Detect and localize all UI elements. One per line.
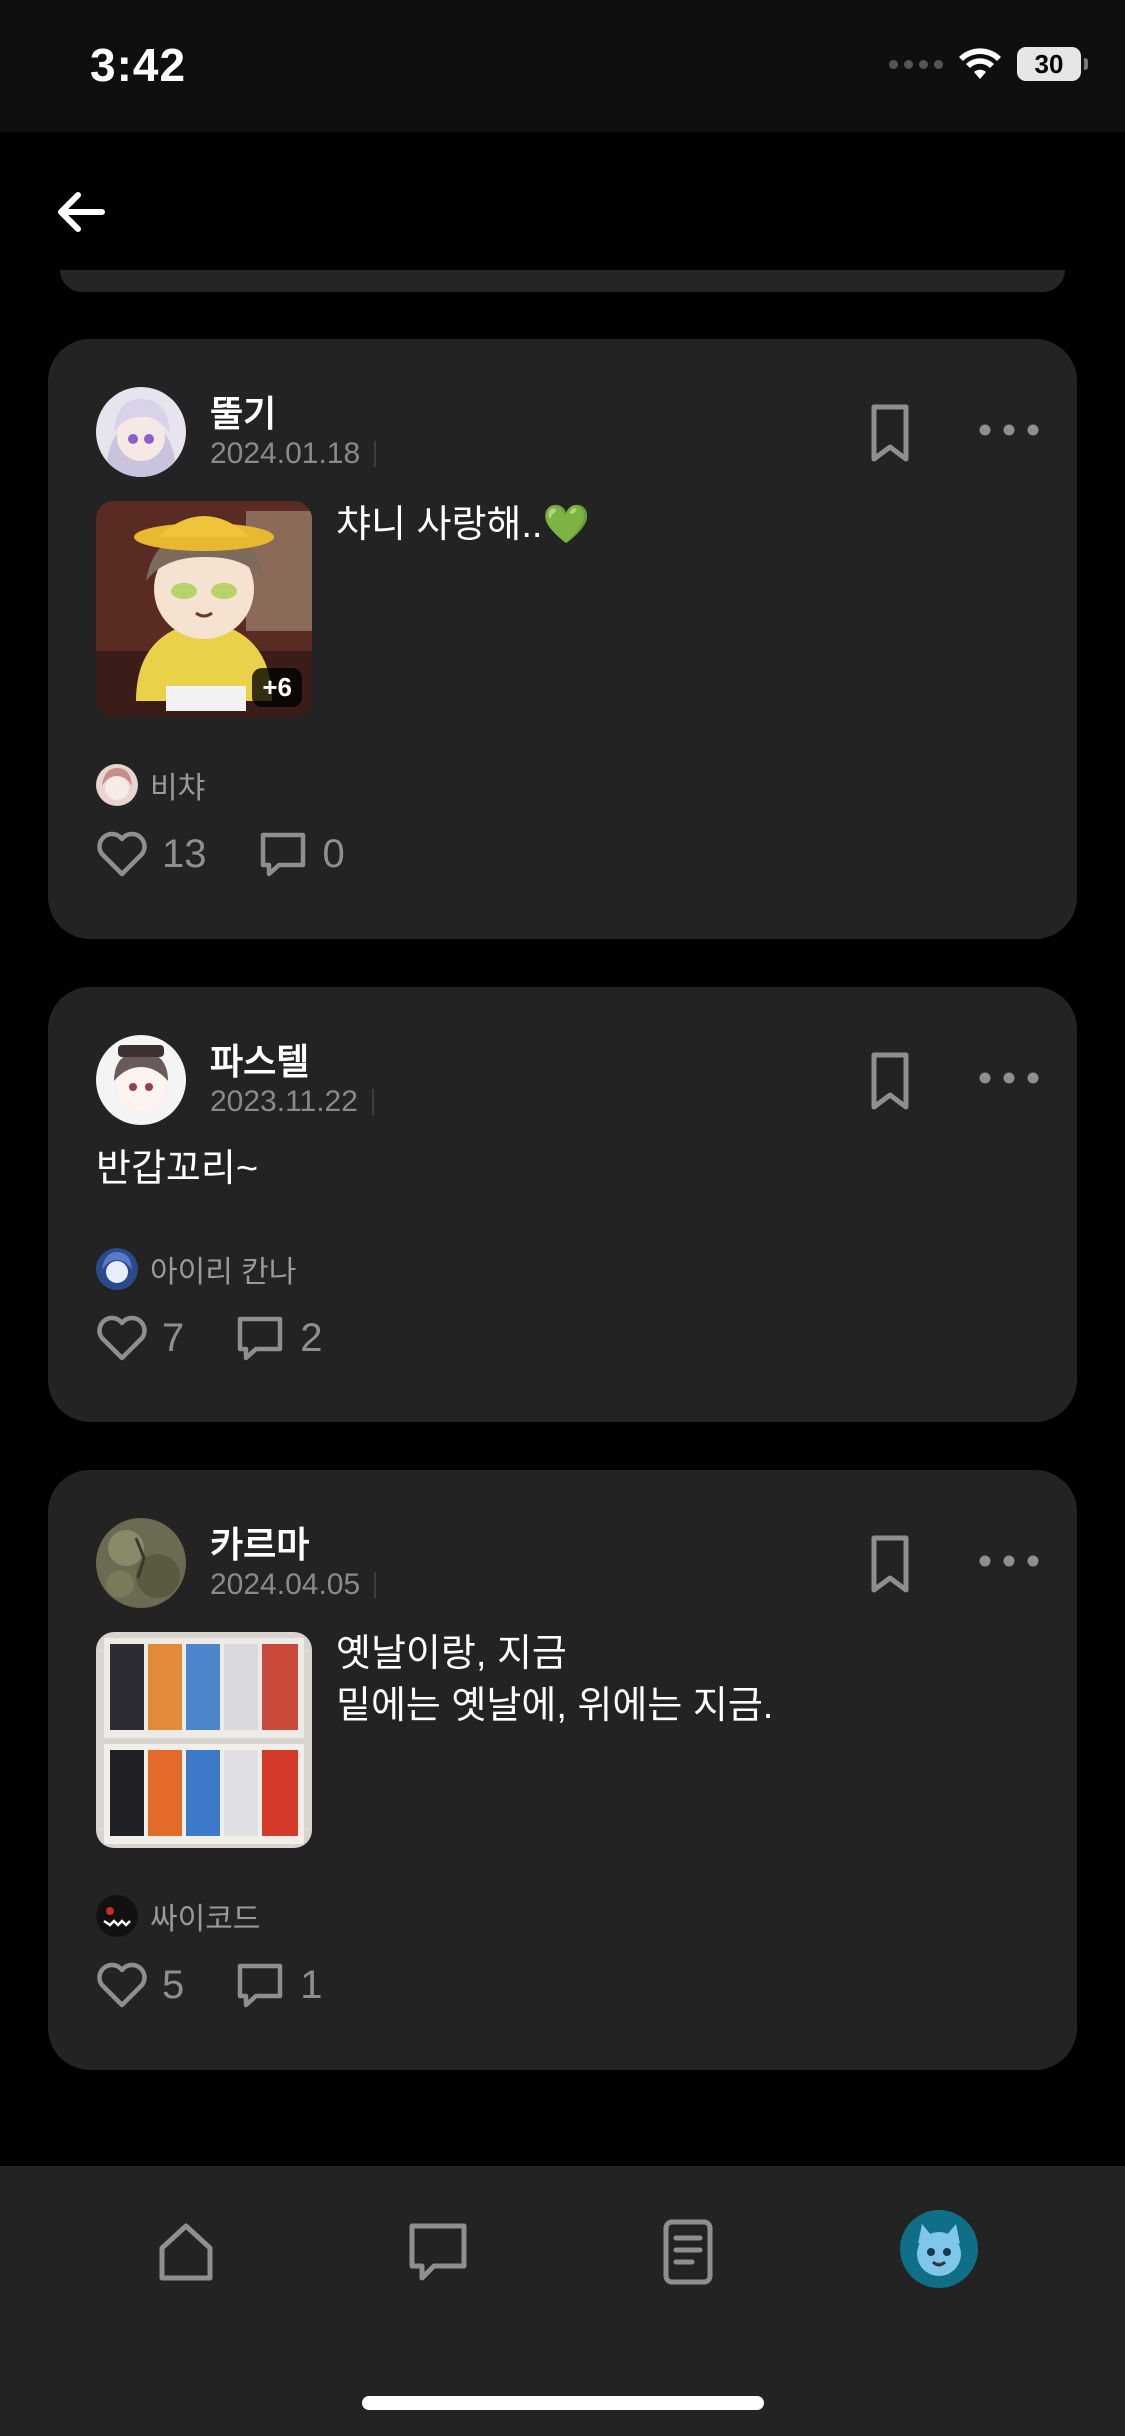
like-button[interactable]: 7 — [96, 1314, 184, 1362]
post-text-line: 옛날이랑, 지금 — [336, 1633, 567, 1675]
channel-tag[interactable]: 아이리 칸나 — [96, 1247, 296, 1291]
status-bar: 3:42 30 — [0, 0, 1125, 132]
wifi-icon — [959, 48, 1001, 79]
comment-count: 0 — [322, 831, 345, 876]
channel-name: 싸이코드 — [150, 1903, 261, 1936]
author-name[interactable]: 파스텔 — [210, 1033, 309, 1085]
like-count: 5 — [162, 1962, 185, 2007]
comment-count: 1 — [300, 1962, 323, 2007]
post-date: 2024.01.18 — [210, 437, 376, 471]
previous-post-card-edge — [60, 270, 1065, 292]
channel-avatar — [96, 1895, 138, 1937]
status-indicators: 30 — [889, 46, 1088, 82]
like-button[interactable]: 13 — [96, 830, 207, 878]
profile-tab-avatar[interactable] — [900, 2210, 978, 2288]
more-options-icon[interactable] — [974, 1546, 1044, 1576]
comment-button[interactable]: 0 — [257, 829, 345, 879]
bookmark-icon[interactable] — [866, 403, 914, 463]
home-tab-icon[interactable] — [150, 2216, 222, 2288]
channel-avatar — [96, 764, 138, 806]
author-name[interactable]: 뚤기 — [210, 385, 276, 437]
post-text-line: 챠니 사랑해..💚 — [336, 504, 590, 546]
back-arrow-icon[interactable] — [52, 182, 112, 242]
post-card[interactable]: 파스텔 2023.11.22 반갑꼬리~ 아이리 칸나 7 2 — [48, 987, 1077, 1422]
like-count: 13 — [162, 831, 207, 876]
channel-avatar — [96, 1248, 138, 1290]
comment-icon — [238, 1316, 283, 1361]
comment-button[interactable]: 1 — [234, 1960, 323, 2010]
post-stats: 7 2 — [96, 1313, 323, 1363]
post-text: 옛날이랑, 지금 밑에는 옛날에, 위에는 지금. — [336, 1628, 773, 1732]
cellular-signal-icon — [889, 59, 943, 69]
status-time: 3:42 — [90, 39, 187, 91]
more-images-count: +6 — [252, 668, 302, 707]
like-count: 7 — [162, 1315, 185, 1360]
post-card[interactable]: 뚤기 2024.01.18 +6 챠니 사랑해..💚 비챠 13 0 — [48, 339, 1077, 939]
channel-tag[interactable]: 비챠 — [96, 763, 205, 807]
author-avatar[interactable] — [96, 1518, 186, 1608]
bookmark-icon[interactable] — [866, 1051, 914, 1111]
heart-icon — [97, 831, 147, 877]
battery-icon: 30 — [1017, 47, 1088, 81]
bookmark-icon[interactable] — [866, 1534, 914, 1594]
post-text: 챠니 사랑해..💚 — [336, 499, 590, 551]
post-stats: 5 1 — [96, 1960, 323, 2010]
author-avatar[interactable] — [96, 387, 186, 477]
like-button[interactable]: 5 — [96, 1961, 184, 2009]
author-name[interactable]: 카르마 — [210, 1516, 309, 1568]
post-text: 반갑꼬리~ — [96, 1143, 258, 1195]
post-card[interactable]: 카르마 2024.04.05 옛날이랑, 지금 밑에는 옛날에, 위에는 지금. — [48, 1470, 1077, 2070]
comment-count: 2 — [300, 1315, 323, 1360]
top-bar — [0, 132, 1125, 282]
home-indicator — [362, 2396, 764, 2410]
comment-icon — [260, 832, 305, 877]
post-date: 2023.11.22 — [210, 1085, 374, 1119]
document-tab-icon[interactable] — [652, 2216, 724, 2288]
heart-icon — [97, 1962, 147, 2008]
post-text-line: 밑에는 옛날에, 위에는 지금. — [336, 1685, 774, 1727]
comment-icon — [238, 1963, 283, 2008]
comment-button[interactable]: 2 — [234, 1313, 323, 1363]
post-text-line: 반갑꼬리~ — [96, 1148, 259, 1190]
more-options-icon[interactable] — [974, 415, 1044, 445]
chat-tab-icon[interactable] — [402, 2216, 474, 2288]
post-date: 2024.04.05 — [210, 1568, 376, 1602]
post-image[interactable]: +6 — [96, 501, 312, 717]
author-avatar[interactable] — [96, 1035, 186, 1125]
channel-name: 아이리 칸나 — [150, 1256, 297, 1289]
channel-name: 비챠 — [150, 772, 206, 805]
channel-tag[interactable]: 싸이코드 — [96, 1894, 260, 1938]
more-options-icon[interactable] — [974, 1063, 1044, 1093]
heart-icon — [97, 1315, 147, 1361]
post-stats: 13 0 — [96, 829, 345, 879]
post-image[interactable] — [96, 1632, 312, 1848]
